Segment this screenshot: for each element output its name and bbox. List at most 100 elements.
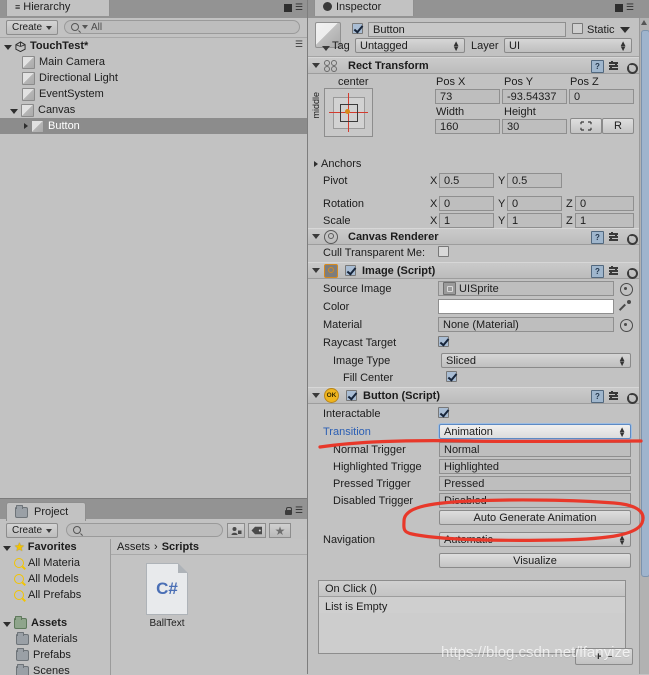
raycast-target-checkbox[interactable] — [438, 336, 449, 347]
help-icon[interactable]: ? — [591, 265, 604, 278]
navigation-dropdown[interactable]: Automatic ▲▼ — [439, 532, 631, 547]
pos-z-input[interactable]: 0 — [569, 89, 634, 104]
expand-triangle-icon[interactable] — [10, 109, 18, 114]
hierarchy-tab-icons[interactable]: ☰ — [284, 2, 302, 13]
pivot-x-input[interactable]: 0.5 — [439, 173, 494, 188]
tab-project[interactable]: Project — [6, 502, 86, 521]
image-enabled-checkbox[interactable] — [345, 265, 356, 276]
scale-y-input[interactable]: 1 — [507, 213, 562, 228]
asset-item-balltext[interactable]: C# BallText — [137, 563, 197, 629]
pos-x-input[interactable]: 73 — [435, 89, 500, 104]
panel-menu-icon[interactable]: ☰ — [626, 2, 633, 13]
hierarchy-item-canvas[interactable]: Canvas — [0, 102, 307, 118]
panel-menu-icon[interactable]: ☰ — [295, 2, 302, 13]
expand-triangle-icon[interactable] — [24, 123, 28, 129]
rotation-z-input[interactable]: 0 — [575, 196, 634, 211]
gameobject-enabled-checkbox[interactable] — [352, 23, 363, 34]
lock-icon[interactable] — [285, 507, 292, 515]
raw-edit-toggle[interactable]: R — [602, 118, 634, 134]
static-dropdown-chevron-icon[interactable] — [620, 27, 630, 33]
help-icon[interactable]: ? — [591, 390, 604, 403]
source-image-field[interactable]: UISprite — [438, 281, 614, 296]
expand-triangle-icon[interactable] — [314, 161, 318, 167]
rotation-x-input[interactable]: 0 — [439, 196, 494, 211]
label-filter-icon[interactable] — [248, 523, 266, 538]
project-tree-all-materials[interactable]: All Materia — [0, 555, 110, 571]
highlighted-trigger-input[interactable]: Highlighted — [439, 459, 631, 474]
project-tree-assets[interactable]: Assets — [0, 615, 110, 631]
project-tab-icons[interactable]: ☰ — [285, 505, 302, 516]
scale-z-input[interactable]: 1 — [575, 213, 634, 228]
auto-generate-animation-button[interactable]: Auto Generate Animation — [439, 510, 631, 525]
eyedropper-icon[interactable] — [619, 300, 631, 312]
height-input[interactable]: 30 — [502, 119, 567, 134]
pressed-trigger-input[interactable]: Pressed — [439, 476, 631, 491]
rotation-y-input[interactable]: 0 — [507, 196, 562, 211]
expand-triangle-icon[interactable] — [312, 63, 320, 68]
preset-icon[interactable] — [609, 232, 620, 243]
scrollbar-thumb[interactable] — [641, 30, 649, 577]
gameobject-name-input[interactable]: Button — [368, 22, 566, 37]
visualize-button[interactable]: Visualize — [439, 553, 631, 568]
preset-icon[interactable] — [609, 61, 620, 72]
inspector-scrollbar[interactable] — [639, 18, 649, 674]
anchor-preset-button[interactable] — [324, 88, 373, 137]
gear-icon[interactable] — [625, 391, 636, 402]
help-icon[interactable]: ? — [591, 60, 604, 73]
inspector-tab-icons[interactable]: ☰ — [615, 2, 633, 13]
hierarchy-create-button[interactable]: Create — [6, 20, 58, 35]
component-header-icons[interactable]: ? — [591, 390, 636, 403]
color-swatch[interactable] — [438, 299, 614, 314]
project-tree-favorites[interactable]: ★ Favorites — [0, 539, 110, 555]
lock-square-icon[interactable] — [615, 4, 623, 12]
hierarchy-item-directional-light[interactable]: Directional Light — [0, 70, 307, 86]
source-image-picker-icon[interactable] — [620, 283, 633, 296]
scroll-up-arrow-icon[interactable] — [641, 20, 647, 25]
disabled-trigger-input[interactable]: Disabled — [439, 493, 631, 508]
layer-dropdown[interactable]: UI ▲▼ — [504, 38, 632, 53]
component-header-icons[interactable]: ? — [591, 60, 636, 73]
expand-triangle-icon[interactable] — [312, 393, 320, 398]
pivot-y-input[interactable]: 0.5 — [507, 173, 562, 188]
material-field[interactable]: None (Material) — [438, 317, 614, 332]
hierarchy-scene-row[interactable]: TouchTest* ☰ — [0, 38, 307, 54]
expand-triangle-icon[interactable] — [312, 234, 320, 239]
component-header-image[interactable]: Image (Script) ? — [308, 262, 640, 279]
blueprint-mode-toggle[interactable] — [570, 118, 602, 134]
interactable-checkbox[interactable] — [438, 407, 449, 418]
project-tree-all-prefabs[interactable]: All Prefabs — [0, 587, 110, 603]
preset-icon[interactable] — [609, 266, 620, 277]
component-header-icons[interactable]: ? — [591, 265, 636, 278]
search-mode-chevron-icon[interactable] — [82, 25, 88, 29]
project-tree-all-models[interactable]: All Models — [0, 571, 110, 587]
scale-x-input[interactable]: 1 — [439, 213, 494, 228]
component-header-rect-transform[interactable]: Rect Transform ? — [308, 57, 640, 74]
button-enabled-checkbox[interactable] — [346, 390, 357, 401]
help-icon[interactable]: ? — [591, 231, 604, 244]
gear-icon[interactable] — [625, 266, 636, 277]
fill-center-checkbox[interactable] — [446, 371, 457, 382]
expand-triangle-icon[interactable] — [3, 546, 11, 551]
panel-menu-icon[interactable]: ☰ — [295, 505, 302, 516]
gear-icon[interactable] — [625, 232, 636, 243]
expand-triangle-icon[interactable] — [4, 45, 12, 50]
project-tree-prefabs[interactable]: Prefabs — [0, 647, 110, 663]
width-input[interactable]: 160 — [435, 119, 500, 134]
component-header-icons[interactable]: ? — [591, 231, 636, 244]
project-tree-materials[interactable]: Materials — [0, 631, 110, 647]
gear-icon[interactable] — [625, 61, 636, 72]
normal-trigger-input[interactable]: Normal — [439, 442, 631, 457]
material-picker-icon[interactable] — [620, 319, 633, 332]
hierarchy-search-input[interactable]: All — [64, 20, 300, 34]
hierarchy-scene-menu-icon[interactable]: ☰ — [295, 39, 302, 50]
chevron-down-icon[interactable] — [322, 46, 330, 51]
project-tree-scenes[interactable]: Scenes — [0, 663, 110, 675]
anchors-foldout[interactable]: Anchors — [314, 158, 361, 170]
expand-triangle-icon[interactable] — [312, 268, 320, 273]
tag-dropdown[interactable]: Untagged ▲▼ — [355, 38, 465, 53]
project-create-button[interactable]: Create — [6, 523, 58, 538]
hierarchy-item-eventsystem[interactable]: EventSystem — [0, 86, 307, 102]
favorite-star-icon[interactable]: ★ — [269, 523, 291, 538]
component-header-button[interactable]: OK Button (Script) ? — [308, 387, 640, 404]
lock-square-icon[interactable] — [284, 4, 292, 12]
